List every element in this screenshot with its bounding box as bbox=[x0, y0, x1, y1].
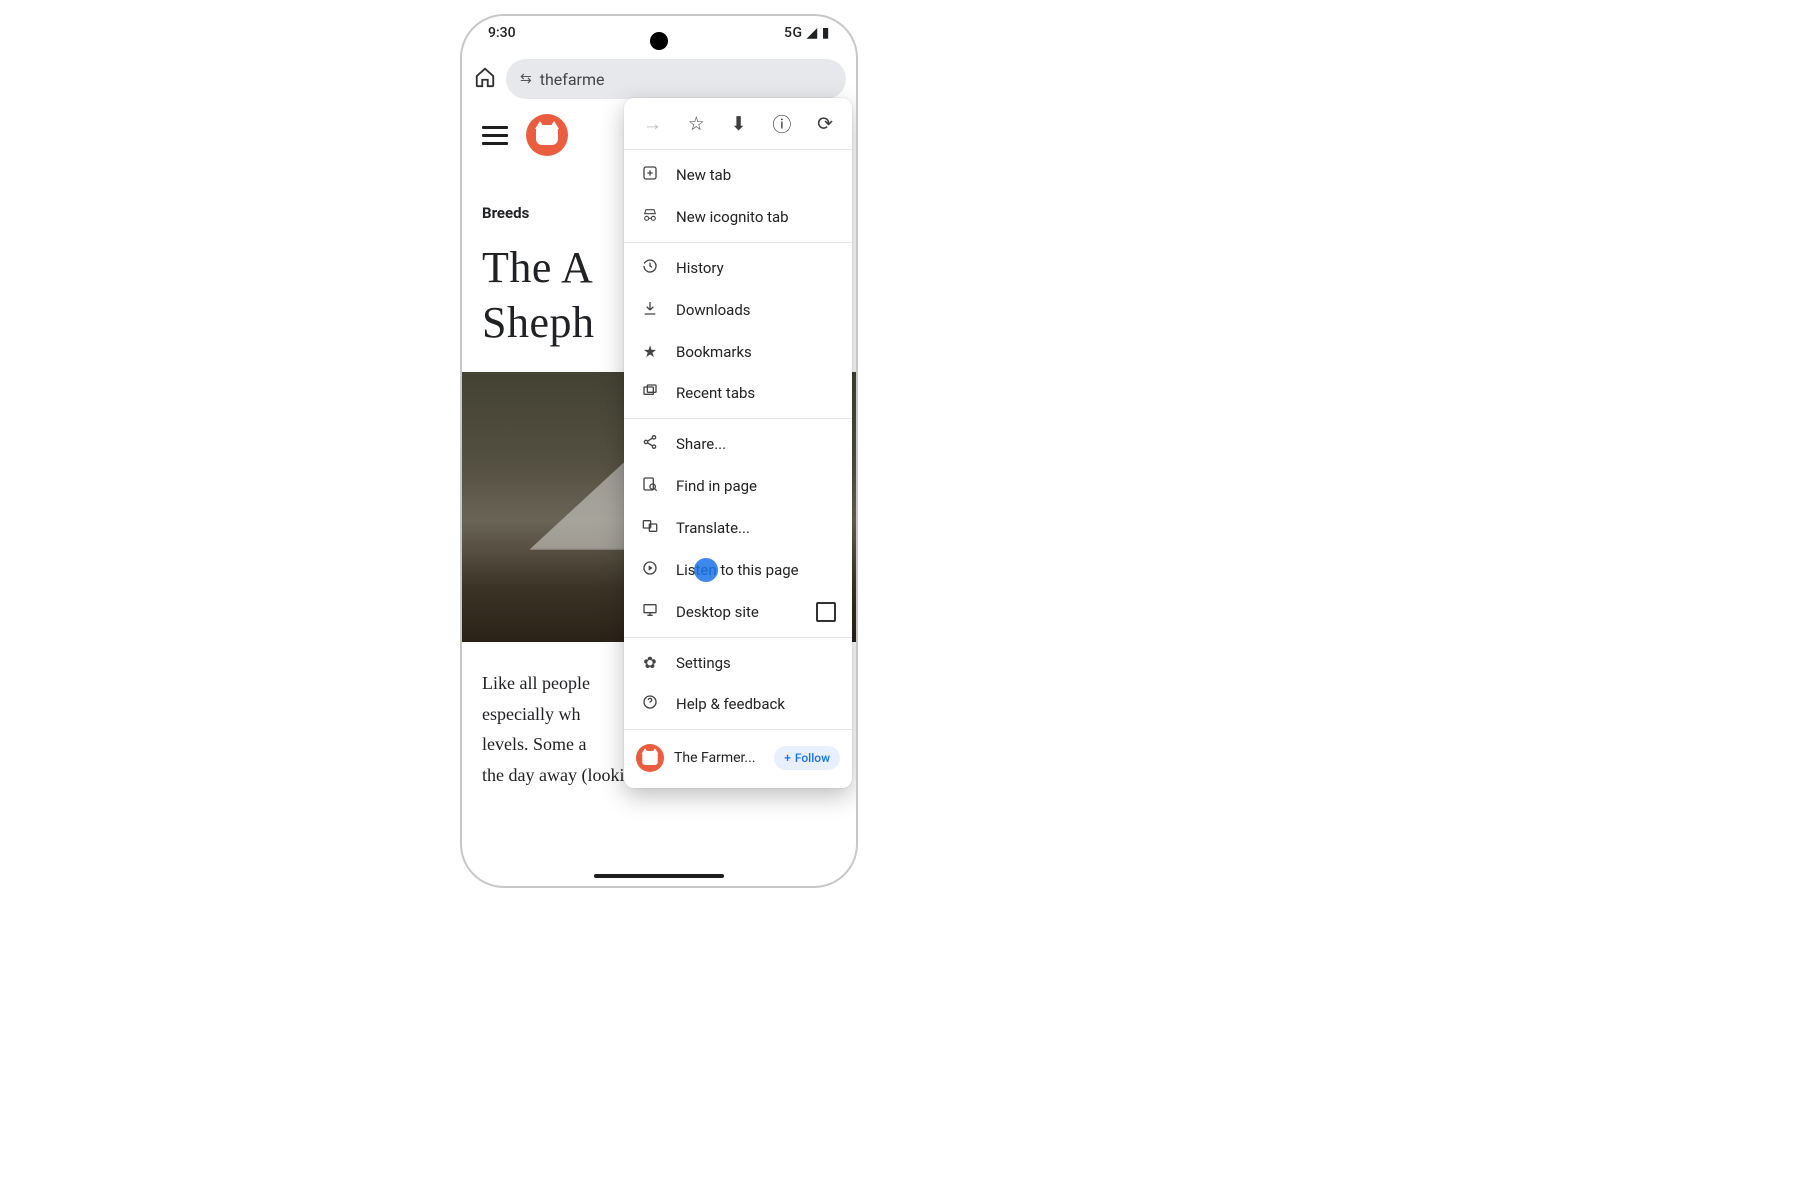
menu-label: Desktop site bbox=[676, 603, 759, 621]
menu-recent-tabs[interactable]: Recent tabs bbox=[624, 372, 852, 414]
battery-icon: ▮ bbox=[822, 25, 830, 41]
desktop-checkbox[interactable] bbox=[816, 602, 836, 622]
downloads-icon bbox=[640, 300, 660, 320]
gear-icon: ✿ bbox=[640, 653, 660, 672]
menu-label: Help & feedback bbox=[676, 695, 785, 713]
follow-site-name: The Farmer... bbox=[674, 750, 764, 766]
phone-frame: 9:30 5G ◢ ▮ ⇆ thefarme Breeds bbox=[460, 14, 858, 888]
gesture-bar[interactable] bbox=[594, 874, 724, 878]
bookmarks-icon: ★ bbox=[640, 342, 660, 361]
new-tab-icon bbox=[640, 165, 660, 185]
network-label: 5G bbox=[784, 25, 803, 41]
menu-downloads[interactable]: Downloads bbox=[624, 289, 852, 331]
menu-desktop-site[interactable]: Desktop site bbox=[624, 591, 852, 633]
menu-label: Share... bbox=[676, 435, 726, 453]
menu-label: Bookmarks bbox=[676, 343, 752, 361]
omnibox[interactable]: ⇆ thefarme bbox=[506, 59, 846, 99]
menu-share[interactable]: Share... bbox=[624, 423, 852, 465]
find-icon bbox=[640, 476, 660, 496]
incognito-icon bbox=[640, 207, 660, 227]
menu-new-tab[interactable]: New tab bbox=[624, 154, 852, 196]
menu-listen[interactable]: Listen to this page bbox=[624, 549, 852, 591]
signal-icon: ◢ bbox=[807, 25, 818, 41]
menu-follow-site: The Farmer... + Follow bbox=[624, 734, 852, 778]
play-icon bbox=[640, 560, 660, 580]
menu-help[interactable]: Help & feedback bbox=[624, 683, 852, 725]
home-icon[interactable] bbox=[472, 66, 498, 93]
menu-label: New tab bbox=[676, 166, 731, 184]
menu-history[interactable]: History bbox=[624, 247, 852, 289]
hamburger-icon[interactable] bbox=[482, 126, 508, 145]
help-icon bbox=[640, 694, 660, 714]
menu-settings[interactable]: ✿ Settings bbox=[624, 642, 852, 683]
menu-label: New icognito tab bbox=[676, 208, 789, 226]
forward-icon[interactable]: → bbox=[643, 112, 662, 136]
menu-label: Settings bbox=[676, 654, 731, 672]
chrome-overflow-menu: → ☆ ⬇ ⓘ ⟳ New tab New icognito tab bbox=[624, 98, 852, 788]
clock: 9:30 bbox=[488, 25, 516, 41]
download-icon[interactable]: ⬇ bbox=[731, 112, 747, 135]
translate-icon bbox=[640, 518, 660, 538]
desktop-icon bbox=[640, 602, 660, 622]
history-icon bbox=[640, 258, 660, 278]
status-right: 5G ◢ ▮ bbox=[784, 25, 830, 41]
menu-label: Find in page bbox=[676, 477, 757, 495]
reload-icon[interactable]: ⟳ bbox=[817, 112, 833, 135]
menu-bookmarks[interactable]: ★ Bookmarks bbox=[624, 331, 852, 372]
site-settings-icon: ⇆ bbox=[520, 71, 532, 87]
menu-label: History bbox=[676, 259, 724, 277]
touch-indicator bbox=[694, 558, 718, 582]
menu-label: Recent tabs bbox=[676, 384, 755, 402]
camera-cutout bbox=[650, 32, 668, 50]
menu-find[interactable]: Find in page bbox=[624, 465, 852, 507]
star-icon[interactable]: ☆ bbox=[688, 112, 705, 135]
omnibox-text: thefarme bbox=[540, 70, 605, 89]
menu-label: Downloads bbox=[676, 301, 751, 319]
site-logo[interactable] bbox=[526, 114, 568, 156]
plus-icon: + bbox=[784, 751, 791, 765]
site-favicon bbox=[636, 744, 664, 772]
info-icon[interactable]: ⓘ bbox=[772, 110, 791, 137]
recent-tabs-icon bbox=[640, 383, 660, 403]
menu-translate[interactable]: Translate... bbox=[624, 507, 852, 549]
share-icon bbox=[640, 434, 660, 454]
follow-button[interactable]: + Follow bbox=[774, 746, 840, 770]
menu-incognito[interactable]: New icognito tab bbox=[624, 196, 852, 238]
menu-label: Translate... bbox=[676, 519, 750, 537]
follow-label: Follow bbox=[795, 751, 830, 765]
